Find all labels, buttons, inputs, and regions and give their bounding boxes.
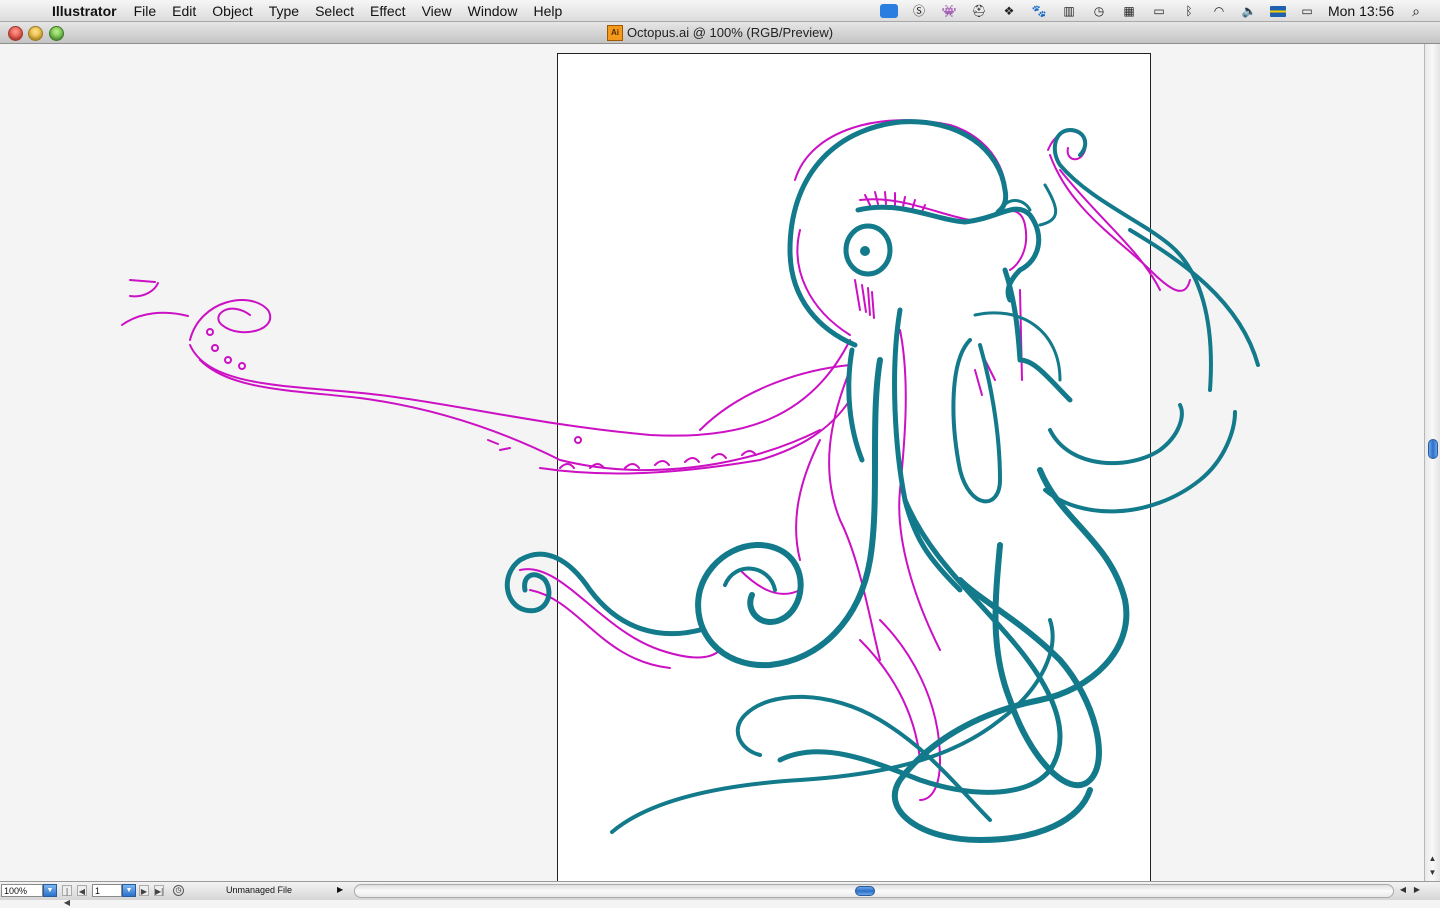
scroll-up-arrow-icon[interactable]: ▲: [1425, 852, 1440, 866]
grid-icon[interactable]: ▦: [1120, 4, 1138, 18]
app-menu[interactable]: Illustrator: [52, 3, 117, 19]
display-icon[interactable]: ▭: [1150, 4, 1168, 18]
menu-edit[interactable]: Edit: [172, 3, 196, 19]
alien-icon[interactable]: 👾: [940, 4, 958, 18]
menu-clock[interactable]: Mon 13:56: [1328, 3, 1394, 19]
wifi-icon[interactable]: ◠: [1210, 4, 1228, 18]
zoom-level-field[interactable]: 100%: [1, 884, 43, 897]
menu-file[interactable]: File: [134, 3, 157, 19]
spotlight-icon[interactable]: ⌕: [1412, 3, 1420, 20]
scroll-left-arrow-icon[interactable]: ◀: [1396, 885, 1410, 894]
vertical-scrollbar[interactable]: ▲ ▼: [1424, 44, 1440, 881]
skype-icon[interactable]: Ⓢ: [910, 4, 928, 18]
scroll-down-arrow-icon[interactable]: ▼: [1425, 866, 1440, 880]
finder-square-icon[interactable]: [879, 4, 898, 18]
document-status-bar: 100% ▼ |◀ ◀ 1 ▼ ▶ ▶| ◷ Unmanaged File ▶ …: [0, 881, 1440, 907]
next-artboard-button[interactable]: ▶: [139, 885, 149, 896]
menu-effect[interactable]: Effect: [370, 3, 406, 19]
hat-icon[interactable]: ⛑: [970, 4, 988, 18]
volume-icon[interactable]: 🔈: [1240, 4, 1258, 18]
status-text: Unmanaged File: [226, 885, 293, 895]
meter-icon[interactable]: ▥: [1060, 4, 1078, 18]
magenta-sketch-layer: [121, 119, 1191, 801]
octopus-artwork[interactable]: [0, 44, 1424, 881]
scroll-right-arrow-icon[interactable]: ▶: [1410, 885, 1424, 894]
window-title-bar: Ai Octopus.ai @ 100% (RGB/Preview): [0, 22, 1440, 44]
paw-icon[interactable]: 🐾: [1030, 4, 1048, 18]
menu-bar: Illustrator File Edit Object Type Select…: [0, 0, 1440, 22]
teal-ink-layer: [504, 119, 1260, 843]
artboard-dropdown-button[interactable]: ▼: [122, 884, 136, 897]
zoom-dropdown-button[interactable]: ▼: [43, 884, 57, 897]
menu-view[interactable]: View: [422, 3, 452, 19]
artboard-number-field[interactable]: 1: [92, 884, 122, 897]
input-source-flag-icon[interactable]: [1269, 5, 1286, 17]
horizontal-scroll-thumb[interactable]: [855, 886, 875, 896]
version-cue-status-icon[interactable]: ◷: [173, 885, 184, 896]
last-artboard-button[interactable]: ▶|: [154, 885, 164, 896]
illustrator-document-icon: Ai: [606, 24, 623, 41]
vertical-scroll-thumb[interactable]: [1428, 439, 1438, 459]
horizontal-scrollbar[interactable]: [354, 884, 1394, 898]
menu-extras: Ⓢ 👾 ⛑ ❖ 🐾 ▥ ◷ ▦ ▭ ᛒ ◠ 🔈 ▭ Mon 13:56 ⌕: [879, 0, 1440, 22]
menu-type[interactable]: Type: [269, 3, 299, 19]
document-canvas[interactable]: [0, 44, 1424, 881]
battery-icon[interactable]: ▭: [1298, 4, 1316, 18]
status-menu-arrow-icon[interactable]: ▶: [337, 885, 343, 894]
menu-help[interactable]: Help: [533, 3, 562, 19]
menu-select[interactable]: Select: [315, 3, 354, 19]
first-artboard-button[interactable]: |◀: [62, 885, 72, 907]
previous-artboard-button[interactable]: ◀: [77, 885, 87, 896]
dropbox-icon[interactable]: ❖: [1000, 4, 1018, 18]
bluetooth-icon[interactable]: ᛒ: [1180, 4, 1198, 18]
menu-window[interactable]: Window: [468, 3, 518, 19]
menu-object[interactable]: Object: [212, 3, 252, 19]
time-machine-icon[interactable]: ◷: [1090, 4, 1108, 18]
window-title-text: Octopus.ai @ 100% (RGB/Preview): [626, 25, 834, 40]
window-title: Ai Octopus.ai @ 100% (RGB/Preview): [0, 22, 1440, 43]
